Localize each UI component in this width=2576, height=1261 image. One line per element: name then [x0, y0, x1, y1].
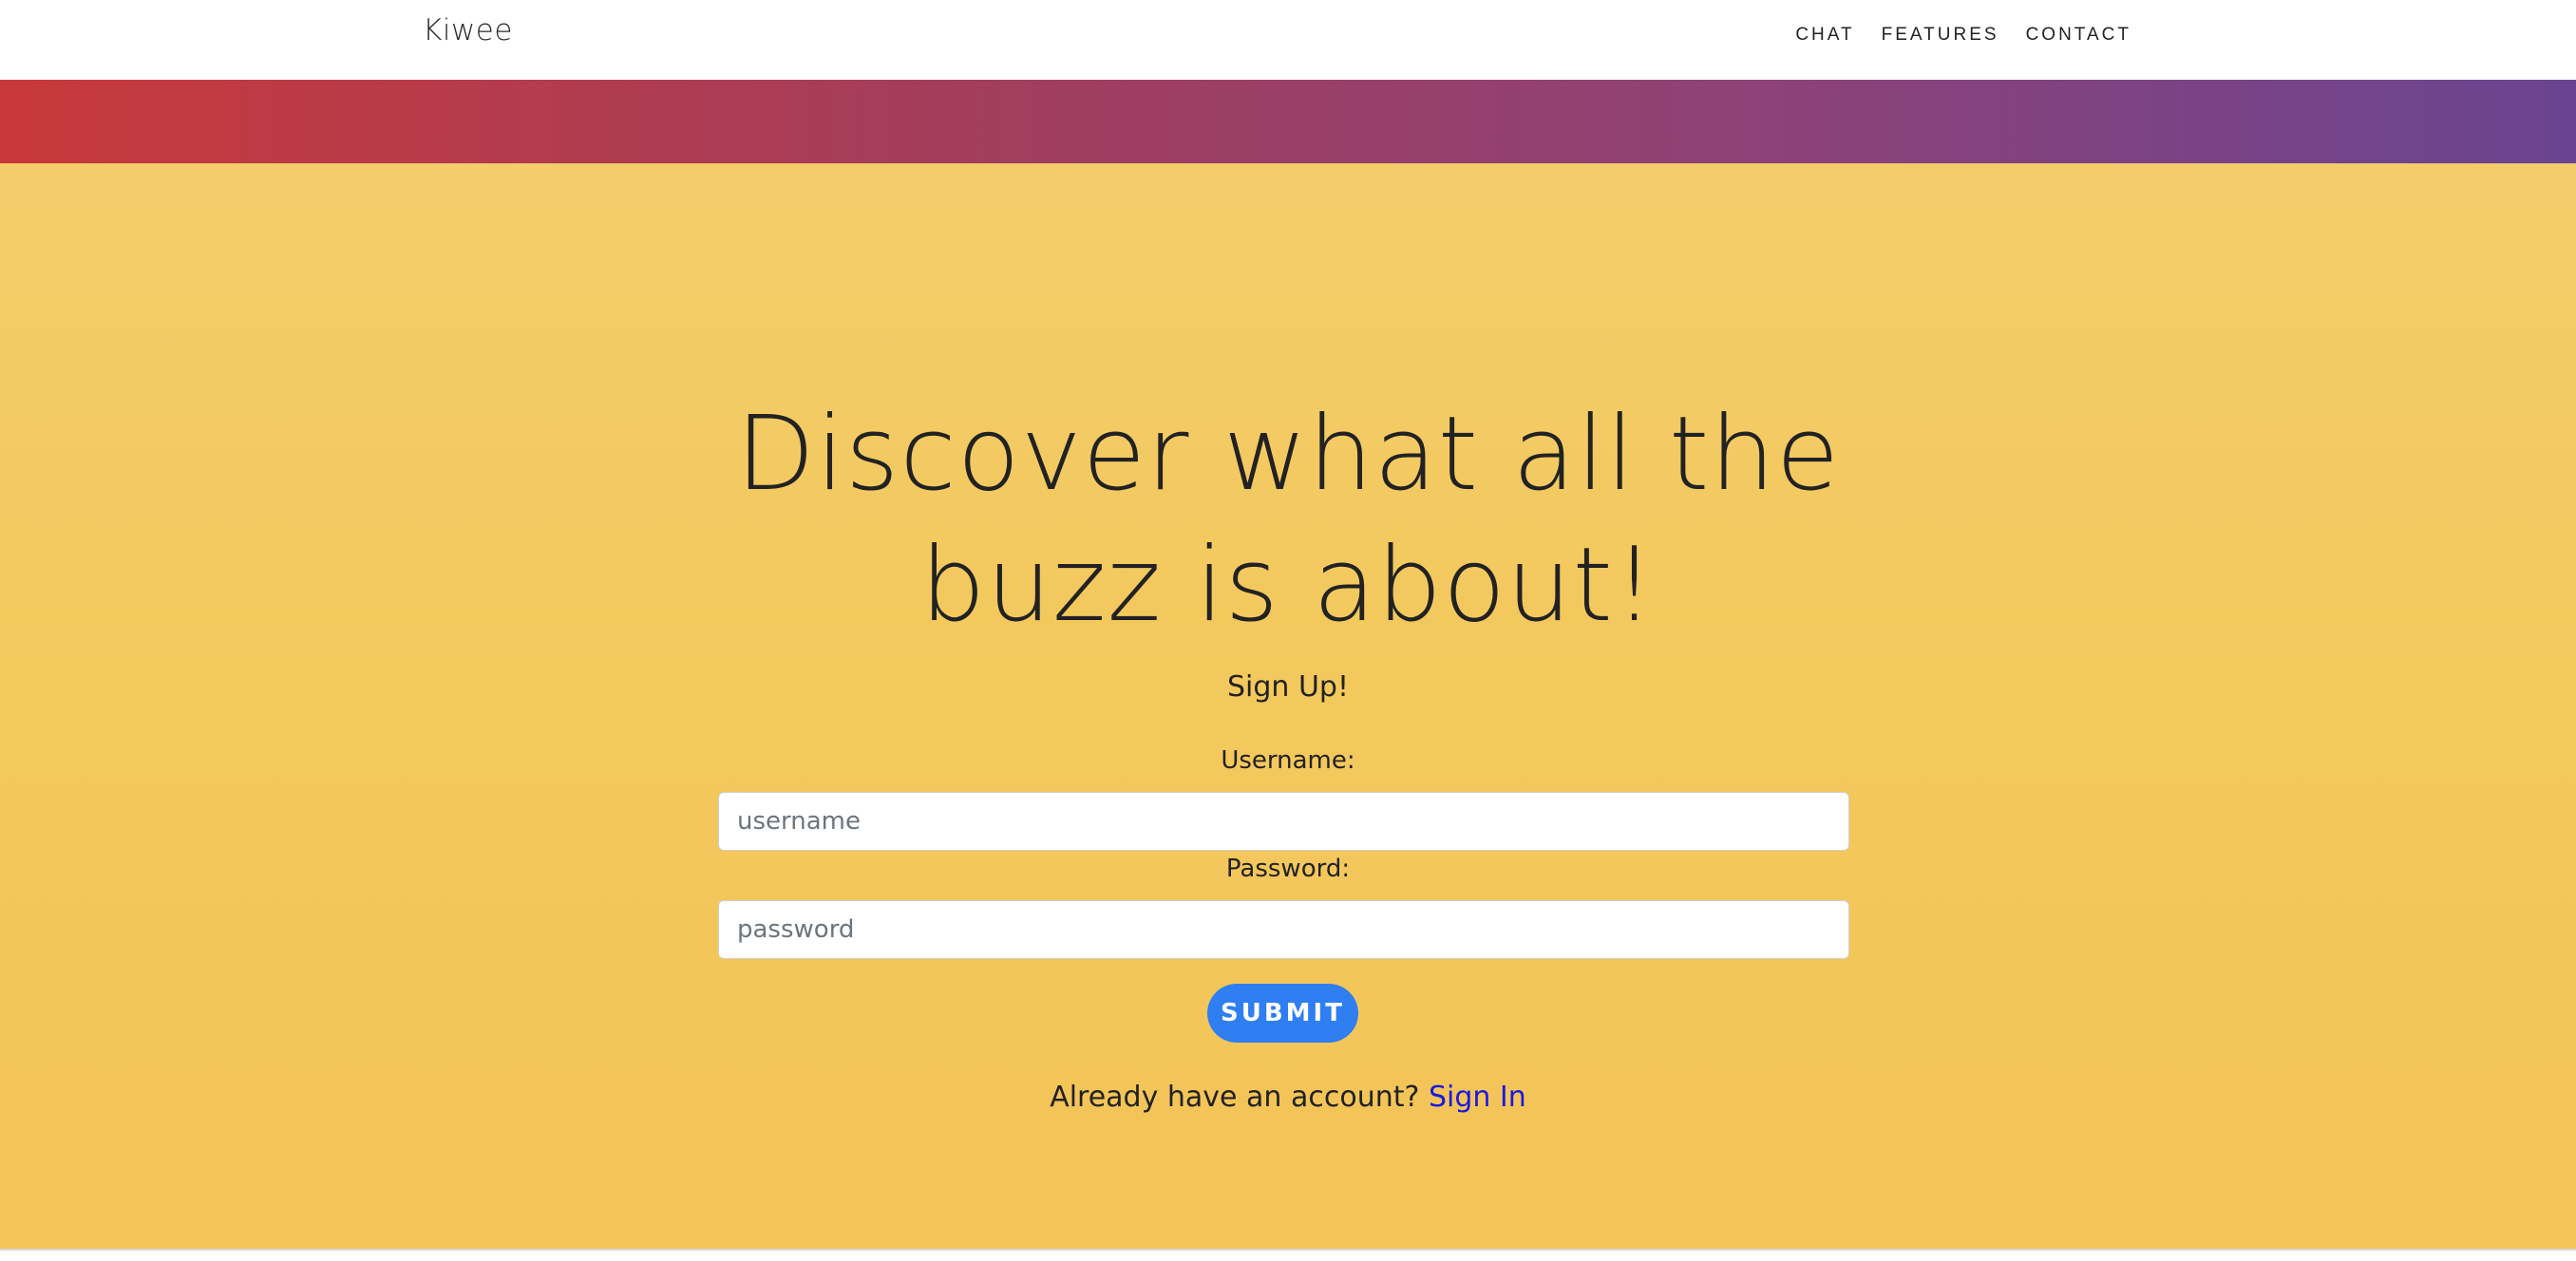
gradient-banner	[0, 80, 2576, 163]
submit-button[interactable]: SUBMIT	[1207, 984, 1358, 1043]
password-input[interactable]	[718, 900, 1849, 959]
signin-link[interactable]: Sign In	[1429, 1081, 1526, 1114]
username-input[interactable]	[718, 792, 1849, 851]
signin-prompt-text: Already have an account?	[1050, 1081, 1429, 1114]
hero-headline-line-1: Discover what all the	[735, 395, 1841, 514]
footer-strip	[0, 1251, 2576, 1261]
nav-link-chat[interactable]: CHAT	[1795, 21, 1854, 49]
password-label: Password:	[1225, 855, 1351, 883]
hero-headline-line-2: buzz is about!	[919, 526, 1657, 645]
nav-link-contact[interactable]: CONTACT	[2026, 21, 2131, 49]
hero-headline: Discover what all the buzz is about!	[718, 389, 1858, 651]
signin-prompt: Already have an account? Sign In	[813, 1081, 1763, 1114]
brand-logo-link[interactable]: Kiwee	[423, 13, 513, 47]
nav-link-features[interactable]: FEATURES	[1882, 21, 1999, 49]
signup-title: Sign Up!	[1227, 670, 1349, 704]
top-navbar: Kiwee CHAT FEATURES CONTACT	[0, 0, 2576, 80]
nav-links: CHAT FEATURES CONTACT	[1795, 21, 2131, 49]
username-label: Username:	[1221, 746, 1355, 775]
